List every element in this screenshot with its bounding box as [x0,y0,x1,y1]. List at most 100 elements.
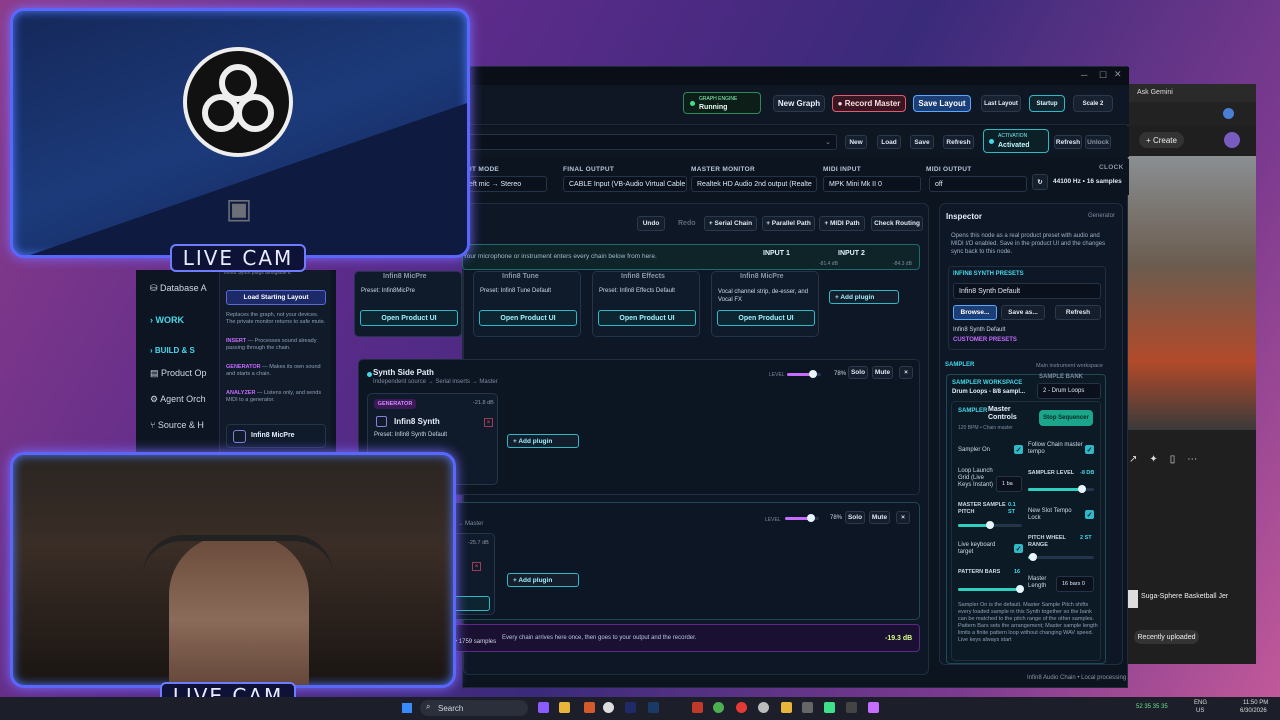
slider-knob[interactable] [1078,485,1087,493]
parallel-path-button[interactable]: + Parallel Path [762,216,815,231]
slider-knob[interactable] [1029,553,1038,561]
add-plugin-button[interactable]: + Add plugin [507,573,579,587]
check-routing-button[interactable]: Check Routing [871,216,923,231]
app-violet-icon[interactable] [868,702,879,713]
opera-icon[interactable] [736,702,747,713]
file-explorer-icon[interactable] [559,702,570,713]
level-slider[interactable] [787,370,821,378]
open-product-ui-button[interactable]: Open Product UI [717,310,815,326]
more-icon[interactable]: ⋯ [1187,454,1197,470]
remove-plugin-icon[interactable]: × [484,418,493,427]
terminal-icon[interactable] [846,702,857,713]
minimize-icon[interactable]: ─ [1081,70,1087,80]
mute-button[interactable]: Mute [872,366,893,379]
chrome-icon[interactable] [713,702,724,713]
user-avatar[interactable] [1224,132,1240,148]
maximize-icon[interactable]: ☐ [1099,70,1107,81]
plugin-card[interactable]: Infin8 MicPre Vocal channel strip, de-es… [711,271,819,337]
add-plugin-button[interactable]: + Add plugin [829,290,899,304]
pattern-bars-slider[interactable] [958,585,1024,593]
solo-button[interactable]: Solo [848,366,868,379]
solo-button[interactable]: Solo [845,511,865,524]
midi-output-select[interactable]: off [929,176,1027,192]
unlock-button[interactable]: Unlock [1085,135,1111,149]
plugin-card[interactable]: Infin8 Effects Preset: Infin8 Effects De… [592,271,700,337]
create-button[interactable]: + Create [1139,132,1184,148]
vscode-icon[interactable] [538,702,549,713]
load-starting-layout-button[interactable]: Load Starting Layout [226,290,326,305]
app-red-icon[interactable] [692,702,703,713]
mute-button[interactable]: Mute [869,511,890,524]
level-slider[interactable] [785,514,819,522]
loop-launch-select[interactable]: 1 ba [996,476,1022,492]
open-product-ui-button[interactable]: Open Product UI [360,310,458,326]
level-knob[interactable] [809,370,817,378]
region-label[interactable]: US [1196,708,1204,714]
sidebar-item-source[interactable]: ⑂ Source & H [150,420,204,430]
media-icon[interactable] [603,702,614,713]
startup-button[interactable]: Startup [1029,95,1065,112]
preset-refresh-button[interactable]: Refresh [943,135,974,149]
sidebar-section-build[interactable]: › BUILD & S [150,346,195,355]
sidebar-section-work[interactable]: › WORK [150,315,184,325]
video-thumbnail[interactable] [1123,156,1256,430]
clock-date[interactable]: 6/30/2026 [1240,708,1267,714]
new-slot-checkbox[interactable]: ✓ [1085,510,1094,519]
plugin-card[interactable]: Infin8 MicPre Preset: Infin8MicPre Open … [354,271,462,337]
serial-chain-button[interactable]: + Serial Chain [704,216,757,231]
pitch-wheel-slider[interactable] [1028,553,1094,561]
sidebar-item-product[interactable]: ▤ Product Op [150,368,207,379]
sidebar-item-database[interactable]: ⛁ Database A [150,283,207,294]
remove-chain-button[interactable]: × [899,366,913,379]
language-label[interactable]: ENG [1194,700,1207,706]
premiere-icon[interactable] [625,702,636,713]
preset-select[interactable]: ⌄ [463,134,837,150]
midi-path-button[interactable]: + MIDI Path [819,216,865,231]
level-knob[interactable] [807,514,815,522]
live-keyboard-checkbox[interactable]: ✓ [1014,544,1023,553]
app-icon[interactable] [584,702,595,713]
preset-load-button[interactable]: Load [877,135,901,149]
share-icon[interactable]: ↗ [1129,454,1137,470]
preset-dropdown[interactable]: Infin8 Synth Default [953,283,1101,299]
browse-button[interactable]: Browse... [953,305,997,320]
plugin-card[interactable]: Infin8 Tune Preset: Infin8 Tune Default … [473,271,581,337]
files-icon[interactable] [781,702,792,713]
preset-save-button[interactable]: Save [910,135,934,149]
slider-knob[interactable] [986,521,994,529]
scale-button[interactable]: Scale 2 [1073,95,1113,112]
photoshop-icon[interactable] [648,702,659,713]
obs-taskbar-icon[interactable] [802,702,813,713]
preset-new-button[interactable]: New [845,135,867,149]
sidebar-item-agent[interactable]: ⚙ Agent Orch [150,394,206,405]
clock-time[interactable]: 11:50 PM [1243,700,1268,706]
slider-knob[interactable] [1016,585,1024,593]
save-as-button[interactable]: Save as... [1001,305,1045,320]
sampler-on-checkbox[interactable]: ✓ [1014,445,1023,454]
stop-sequencer-button[interactable]: Stop Sequencer [1039,410,1093,426]
input-mode-select[interactable]: eft mic → Stereo [463,176,547,192]
open-product-ui-button[interactable] [450,596,490,611]
app-green-icon[interactable] [824,702,835,713]
open-product-ui-button[interactable]: Open Product UI [479,310,577,326]
search-box[interactable]: ⌕ Search [420,700,528,716]
sparkle-icon[interactable]: ✦ [1149,454,1157,470]
final-output-select[interactable]: CABLE Input (VB-Audio Virtual Cable [563,176,687,192]
midi-input-select[interactable]: MPK Mini Mk II 0 [823,176,921,192]
undo-button[interactable]: Undo [637,216,665,231]
last-layout-button[interactable]: Last Layout [981,95,1021,112]
master-length-select[interactable]: 16 bars 0 [1056,576,1094,592]
follow-chain-checkbox[interactable]: ✓ [1085,445,1094,454]
profile-avatar[interactable] [1223,108,1234,119]
start-icon[interactable] [402,703,412,713]
redo-button[interactable]: Redo [678,220,696,227]
video-title[interactable]: Suga-Sphere Basketball Jer [1141,593,1228,600]
github-icon[interactable] [758,702,769,713]
pitch-slider[interactable] [958,521,1022,529]
bank-dropdown[interactable]: 2 - Drum Loops [1037,383,1101,399]
add-plugin-button[interactable]: + Add plugin [507,434,579,448]
refresh-icon[interactable]: ↻ [1032,174,1048,190]
new-graph-button[interactable]: New Graph [773,95,825,112]
recently-uploaded-chip[interactable]: Recently uploaded [1134,630,1199,644]
save-icon[interactable]: ▯ [1170,454,1176,470]
